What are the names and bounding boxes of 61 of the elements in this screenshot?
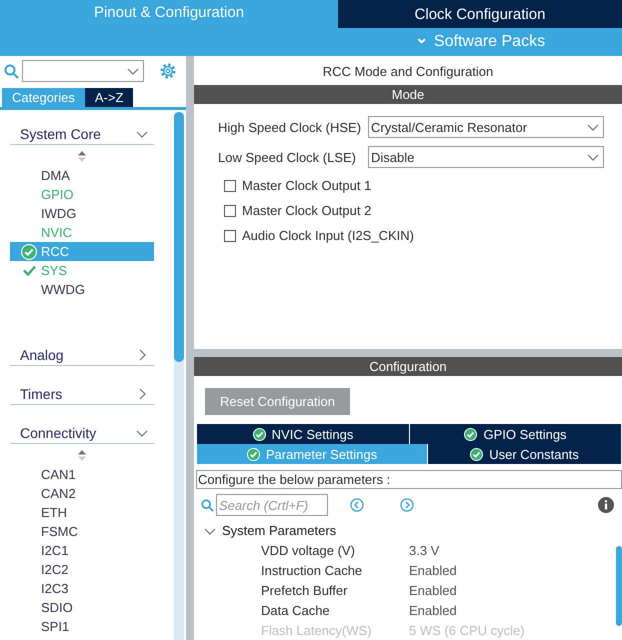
peripheral-item[interactable]: DMA xyxy=(10,166,154,185)
peripheral-item[interactable]: ETH xyxy=(10,503,154,522)
top-tab[interactable]: Clock Configuration xyxy=(338,0,622,28)
field-label: Low Speed Clock (LSE) xyxy=(218,150,358,164)
scrollbar[interactable] xyxy=(174,112,184,640)
checkbox[interactable] xyxy=(224,204,236,216)
parameter-value[interactable]: Enabled xyxy=(409,582,457,598)
peripheral-item[interactable]: CAN2 xyxy=(10,484,154,503)
search-icon xyxy=(4,64,19,78)
peripheral-item[interactable]: SPI1 xyxy=(10,617,154,636)
dropdown[interactable]: Crystal/Ceramic Resonator xyxy=(368,116,604,138)
peripheral-item[interactable]: I2C3 xyxy=(10,579,154,598)
scrollbar[interactable] xyxy=(616,546,622,626)
category-header[interactable]: Connectivity xyxy=(10,417,154,444)
next-icon[interactable] xyxy=(400,498,414,512)
checkbox-label: Audio Clock Input (I2S_CKIN) xyxy=(242,228,414,243)
peripheral-item[interactable]: CAN1 xyxy=(10,465,154,484)
check-circle-icon xyxy=(246,448,260,460)
parameter-name: Prefetch Buffer xyxy=(261,582,348,598)
search-icon xyxy=(201,498,214,512)
peripheral-item[interactable]: I2C1 xyxy=(10,541,154,560)
section-header: Mode xyxy=(194,85,622,104)
check-circle-icon xyxy=(252,428,266,440)
search-combo-field[interactable] xyxy=(22,60,144,82)
parameter-name: Flash Latency(WS) xyxy=(261,622,373,638)
config-tab[interactable]: NVIC Settings xyxy=(197,424,410,444)
peripheral-item[interactable]: FSMC xyxy=(10,522,154,541)
section-header: Configuration xyxy=(194,357,622,376)
field-label: High Speed Clock (HSE) xyxy=(218,120,362,134)
sort-icon[interactable] xyxy=(78,151,86,162)
category-header[interactable]: System Core xyxy=(10,118,154,145)
peripheral-item[interactable]: SDIO xyxy=(10,598,154,617)
checkbox-label: Master Clock Output 1 xyxy=(242,178,372,193)
checkbox[interactable] xyxy=(224,230,236,242)
settings-icon[interactable] xyxy=(159,62,177,80)
parameter-name: Data Cache xyxy=(261,602,331,618)
view-tab[interactable]: A->Z xyxy=(84,88,134,107)
search-field[interactable]: Search (Crtl+F) xyxy=(216,494,328,516)
category-header[interactable]: Analog xyxy=(10,339,154,366)
peripheral-item[interactable]: IWDG xyxy=(10,204,154,223)
checkbox-label: Master Clock Output 2 xyxy=(242,203,372,218)
peripheral-item[interactable]: I2C2 xyxy=(10,560,154,579)
parameter-value[interactable]: 3.3 V xyxy=(409,542,440,558)
sort-icon[interactable] xyxy=(78,450,86,461)
previous-icon[interactable] xyxy=(350,498,364,512)
parameter-value[interactable]: Enabled xyxy=(409,602,457,618)
dropdown[interactable]: Disable xyxy=(368,146,604,168)
checkbox[interactable] xyxy=(224,180,236,192)
panel-title: RCC Mode and Configuration xyxy=(322,63,494,81)
parameter-name: VDD voltage (V) xyxy=(261,542,356,558)
config-tab[interactable]: User Constants xyxy=(428,444,622,464)
category-header[interactable]: Timers xyxy=(10,378,154,405)
check-circle-icon xyxy=(464,428,478,440)
config-tab[interactable]: GPIO Settings xyxy=(410,424,622,444)
check-circle-icon xyxy=(470,448,484,460)
parameter-name: Instruction Cache xyxy=(261,562,364,578)
hint-text: Configure the below parameters : xyxy=(196,470,622,489)
group-title: System Parameters xyxy=(222,523,336,538)
parameter-value[interactable]: Enabled xyxy=(409,562,457,578)
info-icon[interactable] xyxy=(598,497,614,513)
peripheral-item[interactable]: WWDG xyxy=(10,280,154,299)
